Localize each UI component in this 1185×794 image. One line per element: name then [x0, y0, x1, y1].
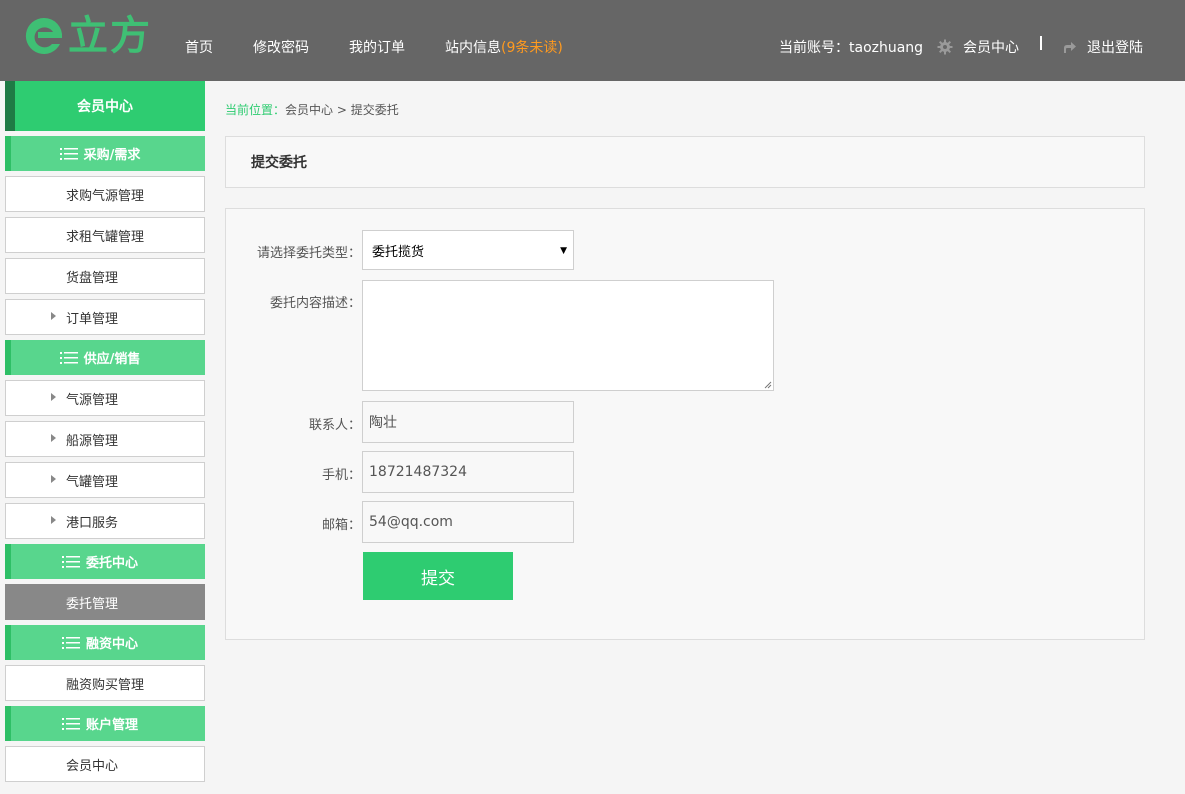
sidebar-section-account[interactable]: 账户管理: [5, 706, 205, 741]
expand-arrow-icon: [51, 434, 56, 442]
submit-button[interactable]: 提交: [363, 552, 513, 600]
sidebar-item-tank-rental[interactable]: 求租气罐管理: [5, 217, 205, 253]
main-nav: 首页 修改密码 我的订单 站内信息(9条未读): [185, 37, 603, 57]
phone-input[interactable]: 18721487324: [362, 451, 574, 493]
item-label: 港口服务: [66, 515, 119, 531]
sidebar-item-cargo[interactable]: 货盘管理: [5, 258, 205, 294]
nav-home[interactable]: 首页: [185, 37, 213, 57]
section-label: 供应/销售: [83, 352, 141, 367]
sidebar: 会员中心 采购/需求 求购气源管理 求租气罐管理 货盘管理 订单管理 供应/销售…: [5, 81, 205, 787]
logo-text: 立方: [68, 13, 152, 59]
expand-arrow-icon: [51, 393, 56, 401]
sidebar-item-member-center[interactable]: 会员中心: [5, 746, 205, 782]
logo[interactable]: 立方: [22, 12, 172, 60]
commission-type-select[interactable]: 委托揽货 ▼: [362, 230, 574, 270]
account-name: taozhuang: [849, 40, 924, 56]
logout-link[interactable]: 退出登陆: [1061, 37, 1143, 57]
contact-label: 联系人：: [309, 418, 362, 433]
sidebar-title[interactable]: 会员中心: [5, 81, 205, 131]
description-label: 委托内容描述：: [270, 296, 362, 311]
resize-grip-icon[interactable]: [764, 381, 772, 389]
expand-arrow-icon: [51, 475, 56, 483]
type-label: 请选择委托类型：: [257, 246, 362, 261]
member-center-label: 会员中心: [963, 40, 1019, 56]
sidebar-section-commission[interactable]: 委托中心: [5, 544, 205, 579]
list-icon: [61, 636, 80, 649]
list-icon: [61, 555, 80, 568]
contact-input[interactable]: 陶壮: [362, 401, 574, 443]
description-textarea[interactable]: [362, 280, 774, 391]
nav-messages-label: 站内信息: [445, 40, 501, 56]
section-label: 账户管理: [85, 718, 138, 733]
account-label: 当前账号：: [779, 40, 849, 56]
sidebar-item-finance-purchase[interactable]: 融资购买管理: [5, 665, 205, 701]
member-center-link[interactable]: 会员中心: [937, 37, 1019, 57]
list-icon: [59, 351, 78, 364]
sidebar-section-supply[interactable]: 供应/销售: [5, 340, 205, 375]
phone-label: 手机：: [322, 468, 362, 483]
list-icon: [59, 147, 78, 160]
select-value: 委托揽货: [372, 244, 425, 260]
sidebar-item-gas-source[interactable]: 气源管理: [5, 380, 205, 416]
gear-icon: [937, 39, 953, 55]
caret-down-icon: ▼: [560, 246, 567, 256]
sidebar-item-gas-purchase[interactable]: 求购气源管理: [5, 176, 205, 212]
item-label: 订单管理: [66, 311, 119, 327]
breadcrumb-current-label: 当前位置：: [225, 103, 286, 117]
logout-label: 退出登陆: [1087, 40, 1143, 56]
commission-form: 请选择委托类型： 委托揽货 ▼ 委托内容描述： 联系人： 陶壮 手机： 1872…: [225, 208, 1145, 640]
header-separator: [1040, 36, 1042, 50]
section-label: 委托中心: [85, 556, 138, 571]
page-title: 提交委托: [225, 136, 1145, 188]
sidebar-section-purchase[interactable]: 采购/需求: [5, 136, 205, 171]
item-label: 船源管理: [66, 433, 119, 449]
nav-change-password[interactable]: 修改密码: [253, 37, 309, 57]
sidebar-section-finance[interactable]: 融资中心: [5, 625, 205, 660]
section-label: 融资中心: [85, 637, 138, 652]
sidebar-item-port-service[interactable]: 港口服务: [5, 503, 205, 539]
expand-arrow-icon: [51, 516, 56, 524]
item-label: 气罐管理: [66, 474, 119, 490]
share-arrow-icon: [1064, 42, 1076, 53]
email-input[interactable]: 54@qq.com: [362, 501, 574, 543]
nav-messages[interactable]: 站内信息(9条未读): [445, 37, 563, 57]
expand-arrow-icon: [51, 312, 56, 320]
email-label: 邮箱：: [322, 518, 362, 533]
current-account: 当前账号：taozhuang: [779, 37, 923, 57]
breadcrumb: 当前位置：会员中心 > 提交委托: [225, 101, 399, 118]
sidebar-item-ship-source[interactable]: 船源管理: [5, 421, 205, 457]
sidebar-item-orders[interactable]: 订单管理: [5, 299, 205, 335]
item-label: 气源管理: [66, 392, 119, 408]
top-header: 立方 首页 修改密码 我的订单 站内信息(9条未读) 当前账号：taozhuan…: [0, 0, 1185, 81]
nav-my-orders[interactable]: 我的订单: [349, 37, 405, 57]
sidebar-item-tanks[interactable]: 气罐管理: [5, 462, 205, 498]
sidebar-item-commission-manage[interactable]: 委托管理: [5, 584, 205, 620]
section-label: 采购/需求: [83, 148, 141, 163]
breadcrumb-path: 会员中心 > 提交委托: [285, 103, 399, 117]
unread-count: (9条未读): [501, 40, 563, 56]
e-logo-icon: [25, 17, 63, 54]
list-icon: [61, 717, 80, 730]
